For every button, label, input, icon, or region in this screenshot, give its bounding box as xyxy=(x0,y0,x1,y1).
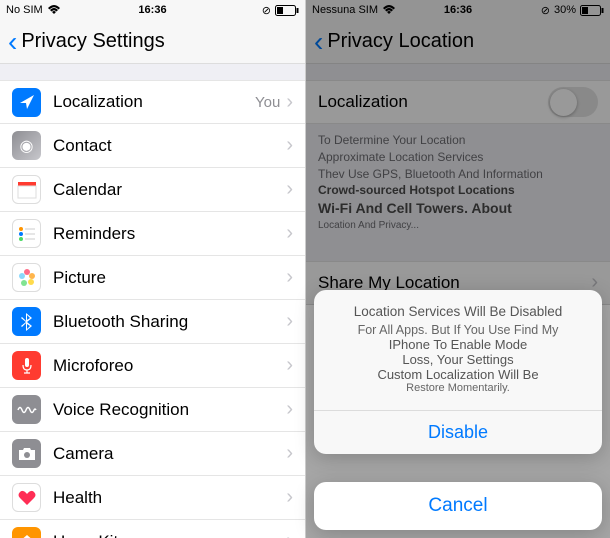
contacts-icon: ◉ xyxy=(12,131,41,160)
settings-list: Localization You › ◉ Contact › Calendar … xyxy=(0,64,305,538)
battery-icon xyxy=(275,5,299,16)
disable-location-alert: Location Services Will Be Disabled For A… xyxy=(314,290,602,454)
modal-overlay xyxy=(306,0,610,538)
row-label: Localization xyxy=(53,92,255,112)
row-label: Microforeo xyxy=(53,356,286,376)
carrier-label: No SIM xyxy=(6,4,43,16)
photos-icon xyxy=(12,263,41,292)
nav-bar: ‹ Privacy Settings xyxy=(0,20,305,64)
row-microphone[interactable]: Microforeo › xyxy=(0,344,305,388)
row-label: Calendar xyxy=(53,180,286,200)
clock: 16:36 xyxy=(138,4,166,16)
chevron-right-icon: › xyxy=(286,222,293,245)
chevron-right-icon: › xyxy=(286,310,293,333)
row-camera[interactable]: Camera › xyxy=(0,432,305,476)
chevron-right-icon: › xyxy=(286,398,293,421)
row-homekit[interactable]: HomeKit › xyxy=(0,520,305,538)
row-label: Camera xyxy=(53,444,286,464)
disable-button[interactable]: Disable xyxy=(314,410,602,454)
calendar-icon xyxy=(12,175,41,204)
back-chevron-icon[interactable]: ‹ xyxy=(8,28,17,56)
row-label: Bluetooth Sharing xyxy=(53,312,286,332)
chevron-right-icon: › xyxy=(286,134,293,157)
row-contact[interactable]: ◉ Contact › xyxy=(0,124,305,168)
cancel-button[interactable]: Cancel xyxy=(314,482,602,530)
row-detail: You xyxy=(255,94,280,111)
row-calendar[interactable]: Calendar › xyxy=(0,168,305,212)
row-label: Voice Recognition xyxy=(53,400,286,420)
status-bar: No SIM 16:36 ⊘ xyxy=(0,0,305,20)
chevron-right-icon: › xyxy=(286,91,293,114)
health-icon xyxy=(12,483,41,512)
privacy-location-screen: Nessuna SIM 16:36 ⊘ 30% ‹ Privacy Locati… xyxy=(305,0,610,538)
chevron-right-icon: › xyxy=(286,486,293,509)
rotation-lock-icon: ⊘ xyxy=(262,4,271,17)
row-label: Reminders xyxy=(53,224,286,244)
nav-title: Privacy Settings xyxy=(21,30,164,53)
chevron-right-icon: › xyxy=(286,354,293,377)
voice-icon xyxy=(12,395,41,424)
wifi-icon xyxy=(47,5,61,15)
chevron-right-icon: › xyxy=(286,178,293,201)
row-label: HomeKit xyxy=(53,532,286,538)
alert-message: Location Services Will Be Disabled For A… xyxy=(314,290,602,410)
camera-icon xyxy=(12,439,41,468)
row-label: Health xyxy=(53,488,286,508)
reminders-icon xyxy=(12,219,41,248)
microphone-icon xyxy=(12,351,41,380)
row-voice-recognition[interactable]: Voice Recognition › xyxy=(0,388,305,432)
row-label: Picture xyxy=(53,268,286,288)
homekit-icon xyxy=(12,527,41,538)
chevron-right-icon: › xyxy=(286,530,293,538)
privacy-settings-screen: No SIM 16:36 ⊘ ‹ Privacy Settings Locali… xyxy=(0,0,305,538)
chevron-right-icon: › xyxy=(286,266,293,289)
chevron-right-icon: › xyxy=(286,442,293,465)
row-reminders[interactable]: Reminders › xyxy=(0,212,305,256)
row-localization[interactable]: Localization You › xyxy=(0,80,305,124)
row-bluetooth[interactable]: Bluetooth Sharing › xyxy=(0,300,305,344)
bluetooth-icon xyxy=(12,307,41,336)
row-health[interactable]: Health › xyxy=(0,476,305,520)
row-label: Contact xyxy=(53,136,286,156)
location-icon xyxy=(12,88,41,117)
row-picture[interactable]: Picture › xyxy=(0,256,305,300)
